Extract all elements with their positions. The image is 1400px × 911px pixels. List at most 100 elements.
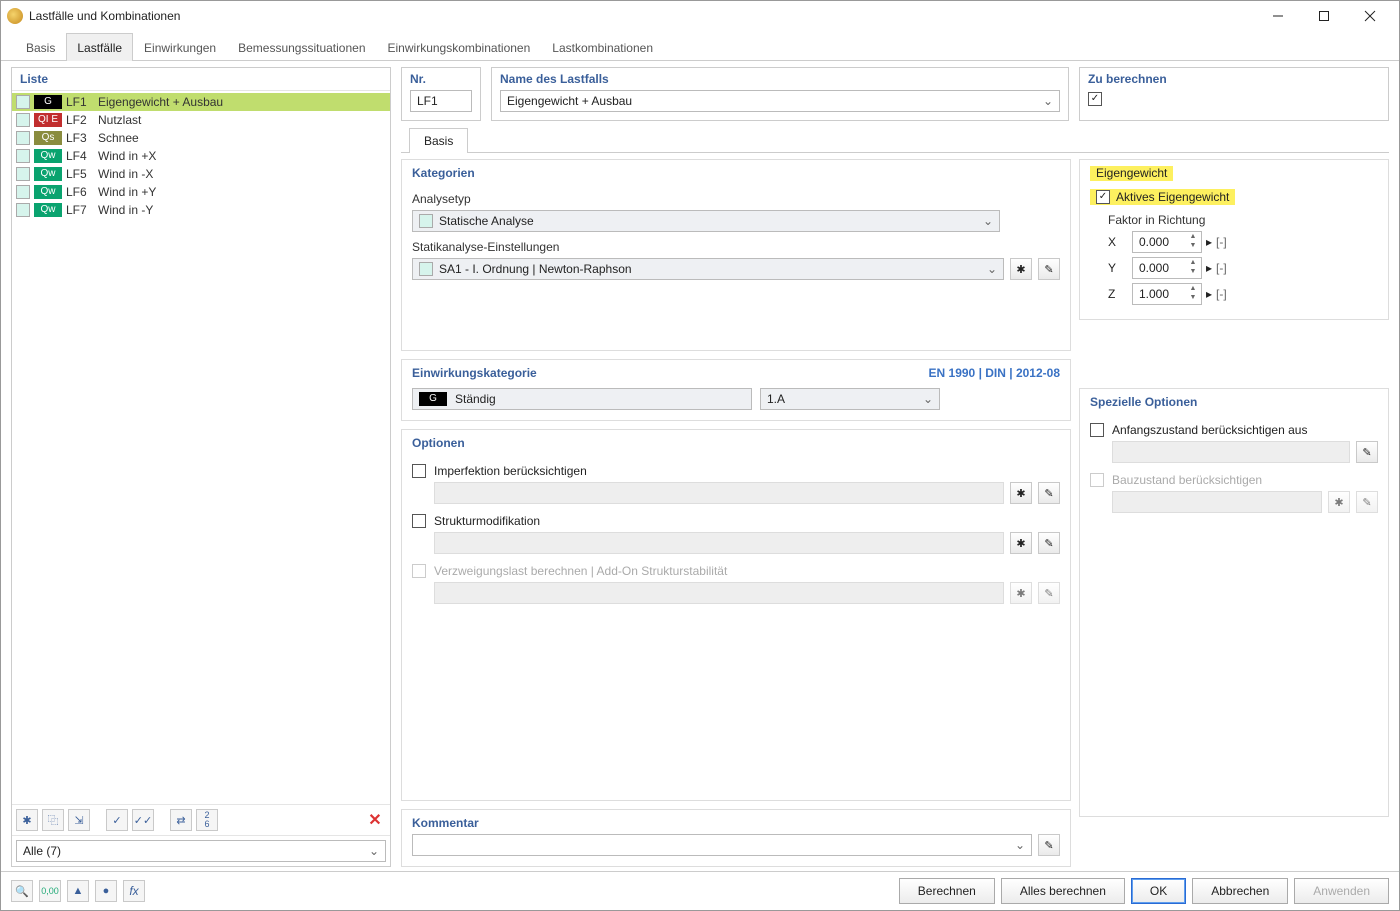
copy-icon[interactable]: ⿻ bbox=[42, 809, 64, 831]
loadcase-list: GLF1Eigengewicht + Ausbau QI E LF2 Nutzlast… bbox=[12, 91, 390, 804]
minimize-button[interactable] bbox=[1255, 1, 1301, 31]
units-icon[interactable]: 0,00 bbox=[39, 880, 61, 902]
list-item[interactable]: QwLF6Wind in +Y bbox=[12, 183, 390, 201]
statik-combo[interactable]: SA1 - I. Ordnung | Newton-Raphson ⌄ bbox=[412, 258, 1004, 280]
nr-field[interactable]: LF1 bbox=[410, 90, 472, 112]
swap-icon[interactable]: ⇄ bbox=[170, 809, 192, 831]
factor-x-input[interactable]: 0.000▲▼ bbox=[1132, 231, 1202, 253]
maximize-button[interactable] bbox=[1301, 1, 1347, 31]
kategorien-header: Kategorien bbox=[412, 166, 1060, 184]
new-icon: ✱ bbox=[1328, 491, 1350, 513]
abbrechen-button[interactable]: Abbrechen bbox=[1192, 878, 1288, 904]
aktiv-eigengewicht-checkbox[interactable] bbox=[1096, 190, 1110, 204]
spinner-down-icon[interactable]: ▼ bbox=[1187, 242, 1199, 251]
new-icon[interactable]: ✱ bbox=[16, 809, 38, 831]
alles-berechnen-button[interactable]: Alles berechnen bbox=[1001, 878, 1125, 904]
main-tabs: BasisLastfälleEinwirkungenBemessungssitu… bbox=[1, 31, 1399, 61]
dot-icon[interactable]: ● bbox=[95, 880, 117, 902]
calc-checkbox[interactable] bbox=[1088, 92, 1102, 106]
ok-button[interactable]: OK bbox=[1131, 878, 1186, 904]
renumber-icon[interactable]: 26 bbox=[196, 809, 218, 831]
berechnen-button[interactable]: Berechnen bbox=[899, 878, 995, 904]
spinner-up-icon[interactable]: ▲ bbox=[1187, 285, 1199, 294]
bau-combo bbox=[1112, 491, 1322, 513]
name-combo[interactable]: Eigengewicht + Ausbau ⌄ bbox=[500, 90, 1060, 112]
help-icon[interactable]: 🔍 bbox=[11, 880, 33, 902]
spezielle-header: Spezielle Optionen bbox=[1090, 395, 1378, 413]
check-all-icon[interactable]: ✓✓ bbox=[132, 809, 154, 831]
lf-name: Eigengewicht + Ausbau bbox=[98, 95, 386, 109]
category-tag: QI E bbox=[34, 113, 62, 127]
list-item[interactable]: QsLF3Schnee bbox=[12, 129, 390, 147]
lf-name: Nutzlast bbox=[98, 113, 386, 127]
edit-settings-icon[interactable]: ✎ bbox=[1038, 258, 1060, 280]
verzweig-label: Verzweigungslast berechnen | Add-On Stru… bbox=[434, 564, 727, 578]
tab-basis[interactable]: Basis bbox=[15, 33, 66, 61]
spinner-down-icon[interactable]: ▼ bbox=[1187, 294, 1199, 303]
lf-number: LF4 bbox=[66, 149, 94, 163]
axis-x-label: X bbox=[1108, 235, 1122, 249]
spinner-up-icon[interactable]: ▲ bbox=[1187, 233, 1199, 242]
close-button[interactable] bbox=[1347, 1, 1393, 31]
function-icon[interactable]: fx bbox=[123, 880, 145, 902]
aktiv-eigengewicht-label: Aktives Eigengewicht bbox=[1116, 190, 1229, 204]
play-icon[interactable]: ▸ bbox=[1206, 261, 1212, 275]
check-icon[interactable]: ✓ bbox=[106, 809, 128, 831]
chevron-down-icon: ⌄ bbox=[987, 262, 997, 276]
category-tag: Qs bbox=[34, 131, 62, 145]
analysetyp-combo[interactable]: Statische Analyse ⌄ bbox=[412, 210, 1000, 232]
list-item[interactable]: GLF1Eigengewicht + Ausbau bbox=[12, 93, 390, 111]
swatch-icon bbox=[16, 149, 30, 163]
lf-name: Wind in +X bbox=[98, 149, 386, 163]
tab-lastkombinationen[interactable]: Lastkombinationen bbox=[541, 33, 664, 61]
new-icon[interactable]: ✱ bbox=[1010, 482, 1032, 504]
list-item[interactable]: QwLF5Wind in -X bbox=[12, 165, 390, 183]
spinner-up-icon[interactable]: ▲ bbox=[1187, 259, 1199, 268]
play-icon[interactable]: ▸ bbox=[1206, 287, 1212, 301]
edit-icon[interactable]: ✎ bbox=[1038, 482, 1060, 504]
model-icon[interactable]: ▲ bbox=[67, 880, 89, 902]
einwirkung-code-combo[interactable]: 1.A ⌄ bbox=[760, 388, 940, 410]
anfang-label: Anfangszustand berücksichtigen aus bbox=[1112, 423, 1307, 437]
subtab-basis[interactable]: Basis bbox=[409, 128, 468, 153]
list-item[interactable]: QwLF7Wind in -Y bbox=[12, 201, 390, 219]
tab-einwirkungen[interactable]: Einwirkungen bbox=[133, 33, 227, 61]
import-icon[interactable]: ⇲ bbox=[68, 809, 90, 831]
edit-icon[interactable]: ✎ bbox=[1356, 441, 1378, 463]
lf-number: LF2 bbox=[66, 113, 94, 127]
new-icon[interactable]: ✱ bbox=[1010, 532, 1032, 554]
list-item[interactable]: QwLF4Wind in +X bbox=[12, 147, 390, 165]
lf-number: LF6 bbox=[66, 185, 94, 199]
swatch-icon bbox=[16, 203, 30, 217]
chevron-down-icon: ⌄ bbox=[983, 214, 993, 228]
tab-einwirkungskombinationen[interactable]: Einwirkungskombinationen bbox=[377, 33, 542, 61]
spinner-down-icon[interactable]: ▼ bbox=[1187, 268, 1199, 277]
lf-number: LF3 bbox=[66, 131, 94, 145]
imperfektion-combo bbox=[434, 482, 1004, 504]
tab-bemessungssituationen[interactable]: Bemessungssituationen bbox=[227, 33, 376, 61]
swatch-icon bbox=[419, 214, 433, 228]
kommentar-combo[interactable]: ⌄ bbox=[412, 834, 1032, 856]
play-icon[interactable]: ▸ bbox=[1206, 235, 1212, 249]
tab-lastfälle[interactable]: Lastfälle bbox=[66, 33, 133, 61]
einwirkung-header: Einwirkungskategorie bbox=[412, 366, 537, 384]
verzweig-combo bbox=[434, 582, 1004, 604]
statik-label: Statikanalyse-Einstellungen bbox=[412, 240, 1060, 254]
chevron-down-icon: ⌄ bbox=[1015, 838, 1025, 852]
einwirkung-standard: EN 1990 | DIN | 2012-08 bbox=[929, 366, 1060, 380]
list-item[interactable]: QI E LF2 Nutzlast bbox=[12, 111, 390, 129]
swatch-icon bbox=[16, 185, 30, 199]
factor-y-input[interactable]: 0.000▲▼ bbox=[1132, 257, 1202, 279]
einwirkung-cat-combo[interactable]: G Ständig bbox=[412, 388, 752, 410]
anfang-checkbox[interactable] bbox=[1090, 423, 1104, 437]
chevron-down-icon: ⌄ bbox=[923, 392, 933, 406]
factor-z-input[interactable]: 1.000▲▼ bbox=[1132, 283, 1202, 305]
new-settings-icon[interactable]: ✱ bbox=[1010, 258, 1032, 280]
delete-icon[interactable]: ✕ bbox=[364, 809, 386, 831]
struktur-checkbox[interactable] bbox=[412, 514, 426, 528]
edit-icon[interactable]: ✎ bbox=[1038, 532, 1060, 554]
filter-combo[interactable]: Alle (7) ⌄ bbox=[16, 840, 386, 862]
imperfektion-checkbox[interactable] bbox=[412, 464, 426, 478]
lf-number: LF7 bbox=[66, 203, 94, 217]
kommentar-edit-icon[interactable]: ✎ bbox=[1038, 834, 1060, 856]
